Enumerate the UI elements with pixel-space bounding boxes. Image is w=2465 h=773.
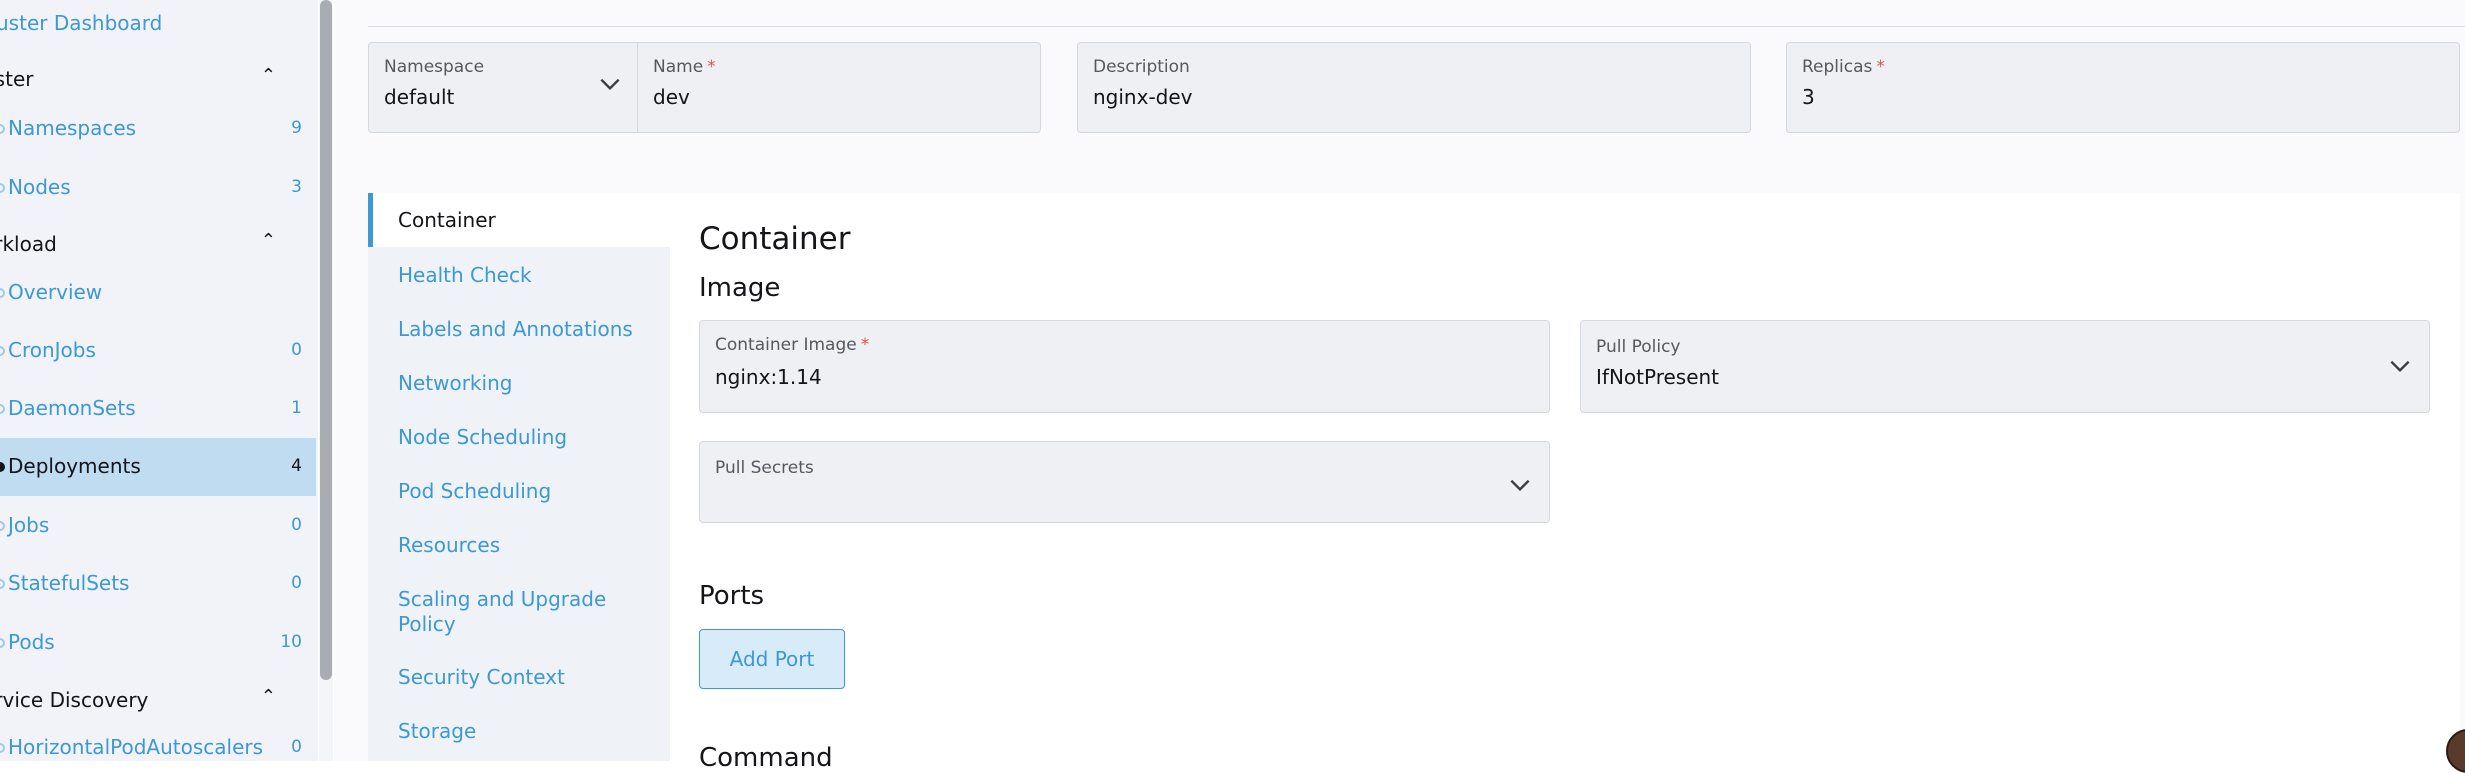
sidebar-item-label: HorizontalPodAutoscalers	[8, 735, 264, 759]
tab-label: Scaling and Upgrade Policy	[398, 587, 607, 636]
group-workload[interactable]: orkload ⌃	[0, 230, 300, 256]
name-value: dev	[653, 85, 690, 109]
group-cluster-label: uster	[0, 67, 34, 91]
chevron-down-icon	[1510, 479, 1530, 492]
pull-secrets-label: Pull Secrets	[715, 458, 814, 478]
tab-label: Pod Scheduling	[398, 479, 552, 503]
namespace-value: default	[384, 85, 455, 109]
container-image-field[interactable]: Container Image * nginx:1.14	[699, 320, 1550, 413]
chevron-down-icon	[2390, 360, 2410, 373]
pull-secrets-select[interactable]: Pull Secrets	[699, 441, 1550, 523]
command-section-title: Command	[699, 743, 833, 773]
bullet-icon	[0, 743, 5, 753]
description-value: nginx-dev	[1093, 85, 1193, 109]
tab-label: Networking	[398, 371, 513, 395]
sidebar-item-count: 10	[280, 632, 302, 652]
container-image-value: nginx:1.14	[715, 365, 822, 389]
tab-label: Security Context	[398, 665, 565, 689]
group-service-discovery[interactable]: ervice Discovery ⌃	[0, 686, 300, 712]
tab-label: Resources	[398, 533, 501, 557]
bullet-icon	[0, 462, 5, 472]
sidebar-item-label: Pods	[8, 630, 55, 654]
replicas-value: 3	[1802, 85, 1815, 109]
sidebar-item-label: Deployments	[8, 454, 141, 478]
tab-label: Storage	[398, 719, 477, 743]
sidebar-item-count: 3	[291, 177, 302, 197]
sidebar-item-nodes[interactable]: Nodes 3	[0, 159, 316, 217]
container-panel: Container Image Container Image * nginx:1…	[670, 193, 2460, 773]
group-cluster[interactable]: uster ⌃	[0, 65, 300, 91]
sidebar-item-count: 9	[291, 118, 302, 138]
add-port-button[interactable]: Add Port	[699, 629, 845, 689]
sidebar-scrollbar[interactable]	[319, 0, 333, 761]
bullet-icon	[0, 521, 5, 531]
sidebar-item-count: 0	[291, 340, 302, 360]
description-field[interactable]: Description nginx-dev	[1077, 42, 1751, 133]
sidebar-item-label: Namespaces	[8, 116, 137, 140]
sidebar-item-daemonsets[interactable]: DaemonSets 1	[0, 380, 316, 438]
sidebar-item-horizontalpodautoscalers[interactable]: HorizontalPodAutoscalers 0	[0, 719, 316, 761]
sidebar-item-count: 0	[291, 515, 302, 535]
bullet-icon	[0, 404, 5, 414]
sidebar-item-count: 0	[291, 573, 302, 593]
bullet-icon	[0, 183, 5, 193]
namespace-name-group: Namespace default Name * dev	[368, 42, 1041, 133]
sidebar-item-namespaces[interactable]: Namespaces 9	[0, 100, 316, 158]
sidebar-item-deployments[interactable]: Deployments 4	[0, 438, 316, 496]
sidebar-item-jobs[interactable]: Jobs 0	[0, 497, 316, 555]
header-divider	[368, 26, 2465, 27]
description-label: Description	[1093, 57, 1190, 77]
group-workload-label: orkload	[0, 232, 57, 256]
namespace-label: Namespace	[384, 57, 485, 77]
pull-policy-label: Pull Policy	[1596, 337, 1681, 357]
tab-container[interactable]: Container	[368, 193, 670, 247]
scrollbar-thumb[interactable]	[320, 0, 332, 680]
sidebar-item-statefulsets[interactable]: StatefulSets 0	[0, 555, 316, 613]
sidebar-item-label: DaemonSets	[8, 396, 136, 420]
tab-label: Health Check	[398, 263, 532, 287]
image-section-title: Image	[699, 273, 781, 303]
replicas-field[interactable]: Replicas * 3	[1786, 42, 2460, 133]
panel-title: Container	[699, 221, 851, 257]
group-service-discovery-label: ervice Discovery	[0, 688, 149, 712]
namespace-select[interactable]: Namespace default	[369, 43, 637, 132]
sidebar-item-pods[interactable]: Pods 10	[0, 614, 316, 672]
sidebar-item-label: Jobs	[8, 513, 50, 537]
sidebar-item-label: Overview	[8, 280, 103, 304]
tab-label: Container	[398, 208, 496, 232]
tab-label: Labels and Annotations	[398, 317, 633, 341]
bullet-icon	[0, 124, 5, 134]
sidebar-item-label: Nodes	[8, 175, 71, 199]
chevron-down-icon	[600, 78, 620, 91]
cluster-dashboard-link[interactable]: uster Dashboard	[0, 11, 162, 35]
bullet-icon	[0, 346, 5, 356]
sidebar-item-overview[interactable]: Overview	[0, 264, 316, 322]
ports-section-title: Ports	[699, 581, 765, 611]
sidebar-item-count: 1	[291, 398, 302, 418]
name-field[interactable]: Name * dev	[638, 43, 1040, 132]
bullet-icon	[0, 288, 5, 298]
chevron-up-icon: ⌃	[260, 230, 276, 251]
chevron-up-icon: ⌃	[260, 65, 276, 86]
pull-policy-select[interactable]: Pull Policy IfNotPresent	[1580, 320, 2430, 413]
chevron-up-icon: ⌃	[260, 686, 276, 707]
tab-label: Node Scheduling	[398, 425, 568, 449]
replicas-label: Replicas *	[1802, 57, 1885, 77]
sidebar-item-count: 4	[291, 456, 302, 476]
bullet-icon	[0, 638, 5, 648]
sidebar-item-cronjobs[interactable]: CronJobs 0	[0, 322, 316, 380]
sidebar-item-label: CronJobs	[8, 338, 96, 362]
sidebar-item-label: StatefulSets	[8, 571, 130, 595]
sidebar-item-count: 0	[291, 737, 302, 757]
pull-policy-value: IfNotPresent	[1596, 365, 1720, 389]
active-tab-indicator	[368, 193, 373, 247]
container-image-label: Container Image *	[715, 335, 870, 355]
tab-list: Container Health Check Labels and Annota…	[368, 193, 670, 761]
name-label: Name *	[653, 57, 716, 77]
bullet-icon	[0, 579, 5, 589]
sidebar: uster Dashboard uster ⌃ Namespaces 9 Nod…	[0, 0, 318, 761]
